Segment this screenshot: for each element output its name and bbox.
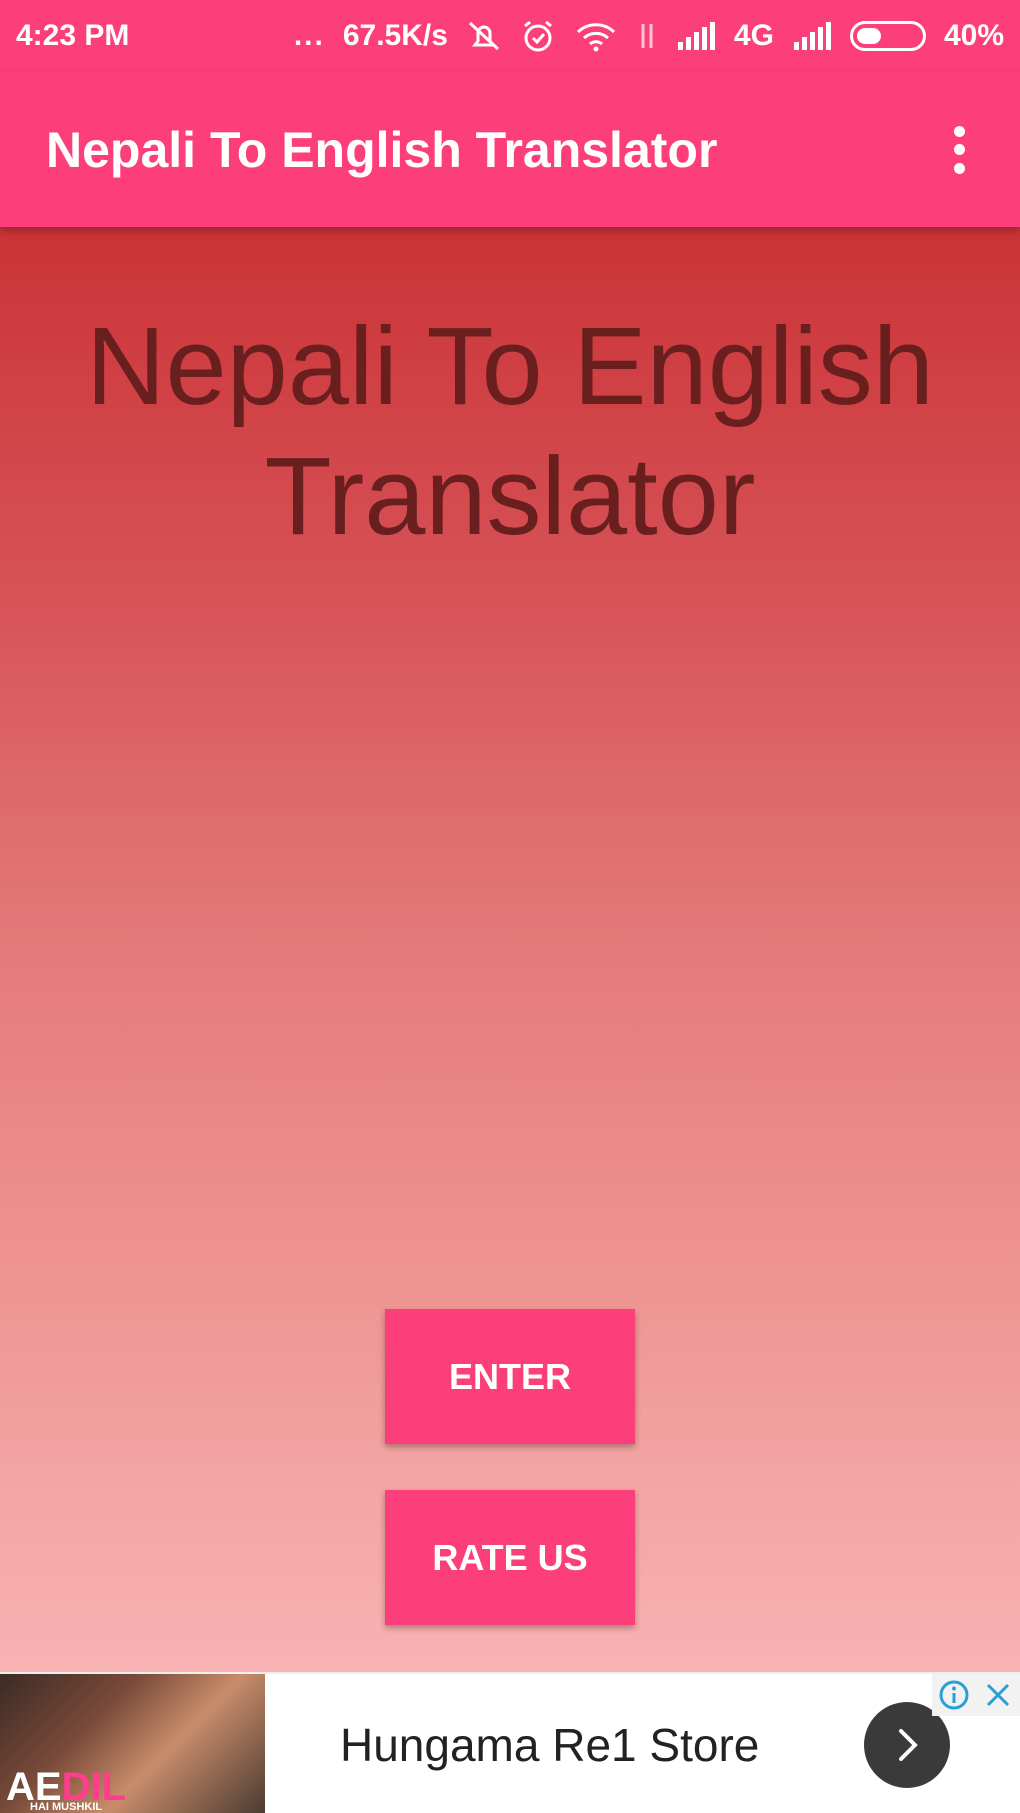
app-bar: Nepali To English Translator bbox=[0, 72, 1020, 227]
ad-info-icon[interactable] bbox=[932, 1674, 976, 1716]
status-bar: 4:23 PM ... 67.5K/s 4G 40% bbox=[0, 0, 1020, 72]
wifi-icon bbox=[574, 20, 618, 52]
status-speed: 67.5K/s bbox=[342, 19, 448, 52]
rate-us-button[interactable]: RATE US bbox=[385, 1490, 635, 1625]
signal-icon-2 bbox=[792, 22, 832, 50]
ad-logo-sub: HAI MUSHKIL bbox=[30, 1801, 103, 1813]
overflow-menu-icon[interactable] bbox=[944, 120, 974, 180]
ad-close-icon[interactable] bbox=[976, 1674, 1020, 1716]
enter-button[interactable]: ENTER bbox=[385, 1309, 635, 1444]
battery-percent: 40% bbox=[943, 19, 1004, 52]
ad-banner[interactable]: AEDIL HAI MUSHKIL Hungama Re1 Store bbox=[0, 1672, 1020, 1813]
battery-fill bbox=[856, 28, 881, 44]
menu-dot bbox=[953, 144, 965, 155]
headline-line-1: Nepali To English bbox=[86, 305, 934, 428]
status-dots: ... bbox=[293, 19, 325, 52]
signal-icon-1 bbox=[676, 22, 716, 50]
ad-image[interactable]: AEDIL HAI MUSHKIL bbox=[0, 1674, 265, 1813]
mute-icon bbox=[466, 19, 502, 53]
main-content: Nepali To English Translator bbox=[0, 227, 1020, 1672]
menu-dot bbox=[953, 162, 965, 174]
alarm-icon bbox=[520, 18, 556, 54]
headline: Nepali To English Translator bbox=[0, 302, 1020, 562]
headline-line-2: Translator bbox=[264, 435, 756, 558]
data-transfer-icon bbox=[636, 20, 658, 52]
app-title: Nepali To English Translator bbox=[46, 121, 718, 178]
ad-store-name[interactable]: Hungama Re1 Store bbox=[340, 1674, 759, 1813]
status-icons: ... 67.5K/s 4G 40% bbox=[294, 18, 1004, 54]
menu-dot bbox=[953, 125, 965, 137]
battery-icon bbox=[849, 21, 926, 51]
chevron-right-icon bbox=[899, 1729, 918, 1761]
network-type: 4G bbox=[733, 19, 774, 52]
status-time: 4:23 PM bbox=[16, 19, 130, 52]
